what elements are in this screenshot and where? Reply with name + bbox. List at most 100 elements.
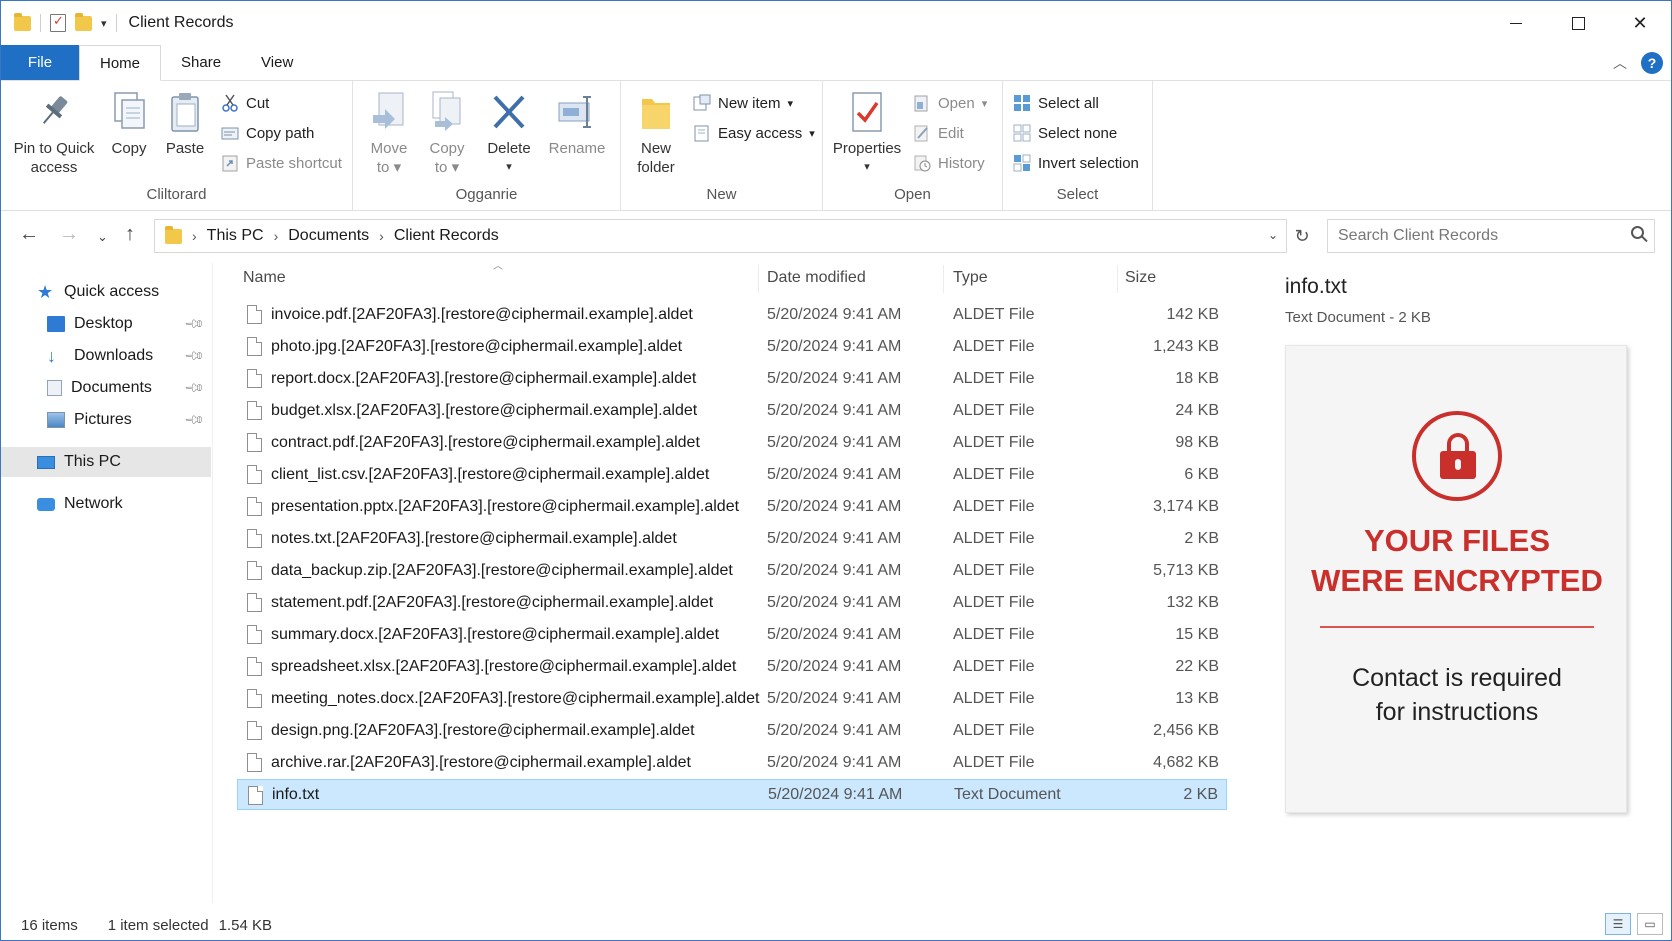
column-header-type[interactable]: Type xyxy=(953,263,1113,293)
properties-button[interactable]: Properties ▾ xyxy=(829,89,905,177)
file-date-modified: 5/20/2024 9:41 AM xyxy=(767,433,902,451)
breadcrumb-separator-icon[interactable]: › xyxy=(274,228,279,244)
search-icon xyxy=(1631,226,1644,244)
tab-home[interactable]: Home xyxy=(79,45,162,81)
back-arrow-icon[interactable]: ← xyxy=(19,223,39,246)
select-all-button[interactable]: Select all xyxy=(1013,91,1099,115)
open-group-label: Open xyxy=(894,186,931,203)
breadcrumb-separator-icon[interactable]: › xyxy=(379,228,384,244)
history-button[interactable]: History xyxy=(913,151,985,175)
tab-file[interactable]: File xyxy=(1,45,79,80)
address-dropdown-chevron-icon[interactable]: ⌄ xyxy=(1268,228,1278,242)
nav-this-pc[interactable]: This PC xyxy=(1,447,211,477)
breadcrumb-separator-icon[interactable]: › xyxy=(192,228,197,244)
properties-dropdown-icon[interactable]: ▾ xyxy=(864,158,870,177)
move-to-button[interactable]: Move to ▾ xyxy=(365,89,413,177)
tab-share[interactable]: Share xyxy=(161,45,241,80)
nav-item-pictures[interactable]: Pictures 📌︎ xyxy=(1,405,211,435)
help-icon[interactable]: ? xyxy=(1641,51,1663,74)
maximize-button[interactable] xyxy=(1547,1,1609,45)
pin-icon[interactable]: 📌︎ xyxy=(183,409,206,432)
column-divider[interactable] xyxy=(1117,265,1118,293)
nav-item-documents[interactable]: Documents 📌︎ xyxy=(1,373,211,403)
nav-quick-access[interactable]: ★ Quick access xyxy=(1,277,211,307)
paste-icon xyxy=(165,89,205,135)
column-divider[interactable] xyxy=(758,265,759,293)
details-view-icon[interactable]: ☰ xyxy=(1605,913,1631,935)
paste-shortcut-button[interactable]: Paste shortcut xyxy=(221,151,342,175)
file-date-modified: 5/20/2024 9:41 AM xyxy=(767,689,902,707)
open-button[interactable]: Open ▾ xyxy=(913,91,987,115)
delete-button[interactable]: Delete ▾ xyxy=(483,89,535,177)
file-row[interactable]: budget.xlsx.[2AF20FA3].[restore@cipherma… xyxy=(237,395,1227,426)
file-row[interactable]: info.txt 5/20/2024 9:41 AM Text Document 2 … xyxy=(237,779,1227,810)
new-folder-button[interactable]: New folder xyxy=(631,89,681,177)
close-button[interactable]: ✕ xyxy=(1609,1,1671,45)
up-arrow-icon[interactable]: ↑ xyxy=(125,223,135,246)
file-row[interactable]: meeting_notes.docx.[2AF20FA3].[restore@c… xyxy=(237,683,1227,714)
pin-icon[interactable]: 📌︎ xyxy=(183,345,206,368)
recent-locations-chevron-icon[interactable]: ⌄ xyxy=(97,229,108,245)
pin-icon[interactable]: 📌︎ xyxy=(183,313,206,336)
breadcrumb-documents[interactable]: Documents xyxy=(288,227,369,245)
file-row[interactable]: report.docx.[2AF20FA3].[restore@cipherma… xyxy=(237,363,1227,394)
file-row[interactable]: archive.rar.[2AF20FA3].[restore@cipherma… xyxy=(237,747,1227,778)
column-header-size[interactable]: Size xyxy=(1125,263,1215,293)
open-label: Open xyxy=(938,94,975,112)
file-row[interactable]: spreadsheet.xlsx.[2AF20FA3].[restore@cip… xyxy=(237,651,1227,682)
copy-to-button[interactable]: Copy to ▾ xyxy=(423,89,471,177)
column-divider[interactable] xyxy=(943,265,944,293)
minimize-button[interactable] xyxy=(1485,1,1547,45)
easy-access-label: Easy access xyxy=(718,124,803,142)
file-row[interactable]: design.png.[2AF20FA3].[restore@ciphermai… xyxy=(237,715,1227,746)
refresh-icon[interactable]: ↻ xyxy=(1287,219,1317,253)
nav-network[interactable]: Network xyxy=(1,489,211,519)
minimize-icon xyxy=(1510,22,1522,24)
select-all-label: Select all xyxy=(1038,94,1099,112)
file-icon xyxy=(247,433,262,452)
nav-item-desktop[interactable]: Desktop 📌︎ xyxy=(1,309,211,339)
select-none-button[interactable]: Select none xyxy=(1013,121,1117,145)
pin-to-quick-access-button[interactable]: Pin to Quick access xyxy=(9,89,99,177)
file-row[interactable]: statement.pdf.[2AF20FA3].[restore@cipher… xyxy=(237,587,1227,618)
file-size: 18 KB xyxy=(1175,369,1219,387)
column-header-date[interactable]: Date modified xyxy=(767,263,937,293)
tab-view[interactable]: View xyxy=(241,45,313,80)
edit-button[interactable]: Edit xyxy=(913,121,964,145)
file-row[interactable]: notes.txt.[2AF20FA3].[restore@ciphermail… xyxy=(237,523,1227,554)
forward-arrow-icon[interactable]: → xyxy=(59,223,79,246)
file-icon xyxy=(247,625,262,644)
file-row[interactable]: presentation.pptx.[2AF20FA3].[restore@ci… xyxy=(237,491,1227,522)
address-bar[interactable]: › This PC › Documents › Client Records ⌄ xyxy=(154,219,1287,253)
copy-button[interactable]: Copy xyxy=(105,89,153,158)
file-row[interactable]: data_backup.zip.[2AF20FA3].[restore@ciph… xyxy=(237,555,1227,586)
easy-access-button[interactable]: Easy access ▾ xyxy=(693,121,815,145)
cut-button[interactable]: Cut xyxy=(221,91,269,115)
file-row[interactable]: summary.docx.[2AF20FA3].[restore@cipherm… xyxy=(237,619,1227,650)
file-row[interactable]: contract.pdf.[2AF20FA3].[restore@cipherm… xyxy=(237,427,1227,458)
file-row[interactable]: invoice.pdf.[2AF20FA3].[restore@cipherma… xyxy=(237,299,1227,330)
collapse-ribbon-icon[interactable]: ︿ xyxy=(1613,53,1627,73)
pin-icon[interactable]: 📌︎ xyxy=(183,377,206,400)
customize-toolbar-dropdown-icon[interactable]: ▾ xyxy=(101,17,107,30)
open-group: Properties ▾ Open ▾ Edit History Open xyxy=(823,81,1003,211)
copy-path-button[interactable]: Copy path xyxy=(221,121,314,145)
column-header-name[interactable]: Name xyxy=(243,263,763,293)
large-icons-view-icon[interactable]: ▭ xyxy=(1637,913,1663,935)
delete-dropdown-icon[interactable]: ▾ xyxy=(506,158,512,177)
breadcrumb-this-pc[interactable]: This PC xyxy=(207,227,264,245)
new-folder-quick-icon[interactable] xyxy=(75,12,92,31)
breadcrumb-client-records[interactable]: Client Records xyxy=(394,227,499,245)
new-item-button[interactable]: New item ▾ xyxy=(693,91,793,115)
file-row[interactable]: client_list.csv.[2AF20FA3].[restore@ciph… xyxy=(237,459,1227,490)
file-row[interactable]: photo.jpg.[2AF20FA3].[restore@ciphermail… xyxy=(237,331,1227,362)
toolbar-divider xyxy=(115,14,117,32)
invert-selection-button[interactable]: Invert selection xyxy=(1013,151,1139,175)
file-size: 98 KB xyxy=(1175,433,1219,451)
paste-button[interactable]: Paste xyxy=(161,89,209,158)
properties-quick-icon[interactable] xyxy=(50,13,66,32)
rename-button[interactable]: Rename xyxy=(545,89,609,158)
move-to-label-line2: to ▾ xyxy=(376,159,402,176)
nav-item-downloads[interactable]: ↓ Downloads 📌︎ xyxy=(1,341,211,371)
search-box[interactable]: Search Client Records xyxy=(1327,219,1655,253)
